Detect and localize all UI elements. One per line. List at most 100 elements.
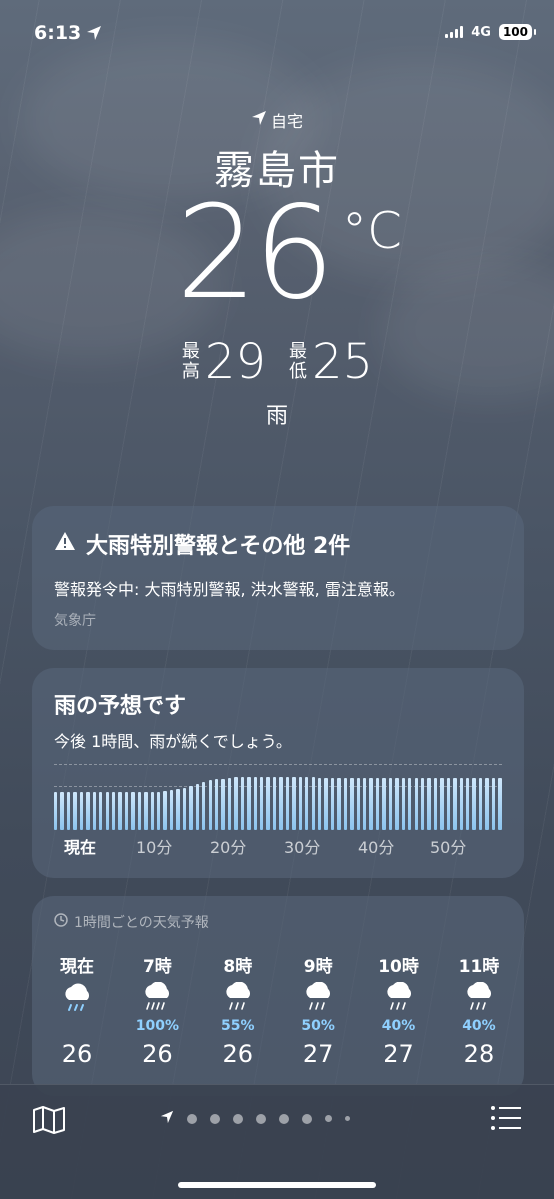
cloud-rain-icon [283,982,353,1018]
severe-weather-alert-card[interactable]: 大雨特別警報とその他 2件 警報発令中: 大雨特別警報, 洪水警報, 雷注意報。… [32,506,524,650]
precipitation-bar [169,790,174,830]
hour-label: 10時 [378,957,419,977]
hour-label: 8時 [223,957,253,977]
precipitation-bar [272,777,277,830]
hour-temp: 27 [383,1040,414,1068]
tick-label: 現在 [64,838,97,857]
precipitation-bar [157,792,161,830]
precipitation-bar [227,778,232,830]
location-list-button[interactable] [490,1105,522,1135]
clock-icon [54,913,68,931]
page-dot[interactable] [325,1115,332,1122]
home-label: 自宅 [270,112,303,131]
precipitation-bar [131,792,135,830]
page-dot[interactable] [279,1113,289,1124]
precipitation-bar [459,778,463,830]
precipitation-bar [266,777,270,830]
precipitation-card[interactable]: 雨の予想です 今後 1時間、雨が続くでしょう。 現在 10分 20分 30分 4… [32,668,524,878]
cloud-heavy-rain-icon [122,982,192,1018]
hourly-forecast-card[interactable]: 1時間ごとの天気予報 現在 26 7時 100% 26 8時 55% 26 9時… [32,896,524,1096]
precipitation-bar [182,788,187,830]
precipitation-bar [472,778,476,830]
cloud-rain-icon [444,982,514,1018]
precipitation-bar [356,778,360,830]
page-dot[interactable] [187,1113,197,1124]
alert-body: 警報発令中: 大雨特別警報, 洪水警報, 雷注意報。 [54,580,405,599]
precipitation-bar [433,778,438,830]
map-button[interactable] [32,1105,66,1139]
precipitation-bar [485,778,489,830]
signal-icon [445,26,464,38]
page-dot[interactable] [345,1116,350,1121]
status-bar: 6:13 4G 100 [0,0,554,64]
home-indicator[interactable] [178,1182,376,1188]
precipitation-bar [79,792,84,830]
precipitation-bar [285,777,290,830]
precipitation-bar [189,786,193,830]
precipitation-bar [446,778,451,830]
hour-label: 9時 [303,957,333,977]
page-dot[interactable] [210,1113,220,1124]
page-dot[interactable] [302,1113,312,1124]
temperature-unit: °C [342,202,402,260]
precipitation-bar [260,777,264,830]
precipitation-bar [388,778,393,830]
hour-label: 11時 [458,957,500,977]
precipitation-bar [324,778,328,830]
precipitation-bar [240,777,245,830]
tick-label: 30分 [284,838,321,857]
precipitation-bar [176,789,180,830]
precipitation-bar [60,792,64,830]
cloud-rain-icon [203,982,273,1018]
location-arrow-icon [160,1109,174,1128]
precipitation-bar [478,778,483,830]
page-dot[interactable] [233,1113,243,1124]
bottom-toolbar [0,1084,554,1199]
hour-temp: 26 [61,1040,93,1068]
precipitation-bar [498,778,502,830]
high-value: 29 [204,334,266,390]
precipitation-bar [150,792,154,830]
high-label: 最高 [181,341,200,382]
page-dot[interactable] [256,1113,266,1124]
precipitation-bar [214,779,219,830]
precipitation-bar [420,778,425,830]
precipitation-bar [414,778,418,830]
battery-icon: 100 [498,24,537,40]
low-temperature: 最低 25 [288,334,373,390]
warning-icon [54,531,76,557]
precip-probability: 50% [301,1018,335,1034]
alert-source: 気象庁 [54,613,96,629]
precipitation-bar [279,777,283,830]
precipitation-bar [408,778,412,830]
precip-probability: 40% [462,1018,496,1034]
precipitation-bar [137,792,142,830]
precipitation-subtitle: 今後 1時間、雨が続くでしょう。 [54,732,292,751]
precipitation-bar [375,778,380,830]
hourly-item: 11時 40% 28 [444,952,514,1068]
hourly-item: 8時 55% 26 [203,952,273,1068]
hourly-item: 9時 50% 27 [283,952,353,1068]
hourly-title: 1時間ごとの天気予報 [74,915,209,931]
precipitation-bar [298,777,303,830]
cloud-rain-icon [364,982,434,1018]
precipitation-bar [311,777,315,830]
precipitation-bar [330,778,335,830]
alert-title: 大雨特別警報とその他 2件 [86,534,351,559]
precipitation-bar [253,777,257,830]
high-temperature: 最高 29 [181,334,266,390]
precipitation-bar [466,778,470,830]
precipitation-bar [395,778,399,830]
hour-label: 7時 [142,957,172,977]
precipitation-bar [401,778,406,830]
precipitation-bar [66,792,71,830]
precipitation-bar [350,778,354,830]
precipitation-bar [382,778,386,830]
page-indicator[interactable] [160,1109,350,1128]
precipitation-bar [54,792,58,830]
hourly-item: 現在 26 [42,952,112,1068]
location-arrow-icon [86,25,102,45]
precipitation-bar [337,778,341,830]
precipitation-bar [363,778,367,830]
precipitation-time-axis: 現在 10分 20分 30分 40分 50分 [54,834,502,857]
